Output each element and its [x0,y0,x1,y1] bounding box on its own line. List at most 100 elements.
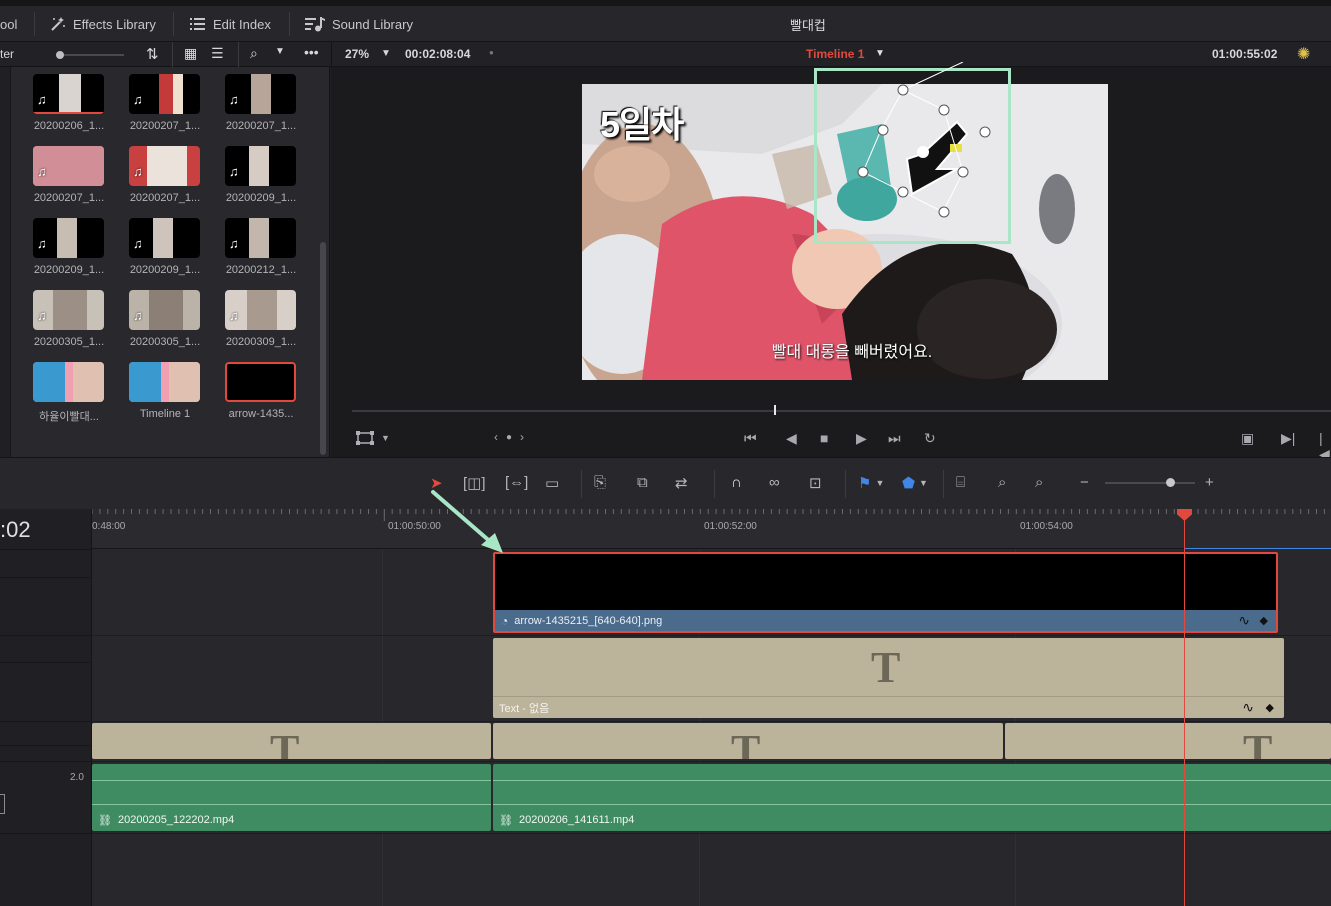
position-lock-icon[interactable]: ⊡ [809,474,822,492]
chevron-down-icon[interactable]: ▼ [875,478,884,488]
clip-thumbnail[interactable] [33,362,104,402]
snapping-icon[interactable]: ∩ [731,474,742,491]
zoom-level[interactable]: 27% [345,47,369,61]
clip-thumbnail[interactable]: ♫ [225,290,296,330]
clip-thumbnail[interactable]: ♫ [33,218,104,258]
zoom-detail-icon[interactable]: ⌕ [998,474,1006,491]
blade-tool-icon[interactable]: ▭ [545,474,559,492]
custom-zoom-icon[interactable]: ⌕ [1035,474,1043,491]
clip-thumbnail[interactable]: ♫ [225,218,296,258]
media-clip[interactable]: ♫ 20200207_1... [12,139,108,205]
zoom-to-fit-icon[interactable]: ⌸ [956,474,965,491]
clip-thumbnail[interactable]: ♫ [129,290,200,330]
media-clip[interactable]: ♫ 20200209_1... [12,211,108,277]
clip-thumbnail[interactable]: ♫ [129,218,200,258]
marker-icon[interactable]: ⬟ ▼ [902,474,928,492]
media-pool-scrollbar[interactable] [320,242,326,455]
sound-library-button[interactable]: Sound Library [304,14,413,34]
arrow-png-clip[interactable]: ◔ arrow-1435215_[640-640].png ∿ ◆ [493,552,1278,633]
insert-clip-icon[interactable]: ⎘ [594,474,606,491]
next-clip-icon[interactable]: ▶| [1281,430,1295,447]
media-clip[interactable]: ♫ 20200207_1... [108,67,204,133]
media-clip[interactable]: arrow-1435... [204,355,300,421]
match-frame-icon[interactable]: ▣ [1241,430,1254,447]
overwrite-clip-icon[interactable]: ⧉ [637,474,648,491]
transform-handles[interactable] [801,62,1001,242]
media-clip[interactable]: ♫ 20200305_1... [12,283,108,349]
chevron-down-icon[interactable]: ▼ [381,433,390,443]
media-clip[interactable]: ♫ 20200207_1... [108,139,204,205]
skip-to-end-icon[interactable]: ⏭ [888,430,901,447]
replace-clip-icon[interactable]: ⇄ [675,474,688,492]
timeline-selector[interactable]: Timeline 1 [806,47,864,61]
media-clip[interactable]: Timeline 1 [108,355,204,421]
title-clip[interactable]: T [493,723,1003,759]
audio-track-button[interactable] [0,794,5,814]
clip-thumbnail[interactable]: ♫ [225,146,296,186]
linked-selection-icon[interactable]: ∞ [769,474,780,491]
text-title-clip[interactable]: T Text - 없음 ∿ ◆ [493,638,1284,718]
clip-label: 20200305_1... [33,336,105,348]
clip-thumbnail[interactable]: ♫ [129,74,200,114]
slider-knob[interactable] [56,51,64,59]
transform-mode-icon[interactable]: ▼ [355,430,390,446]
timeline-playhead[interactable] [1184,517,1185,906]
chevron-down-icon[interactable]: ▼ [275,46,285,57]
zoom-out-icon[interactable]: − [1080,474,1089,491]
viewer-scrubber[interactable] [352,410,1331,412]
sort-icon[interactable]: ⇅ [146,45,159,63]
chevron-down-icon[interactable]: ▼ [919,478,928,488]
media-clip[interactable]: ♫ 20200207_1... [204,67,300,133]
more-options-icon[interactable]: ••• [304,44,319,60]
grid-view-icon[interactable]: ▦ [184,45,197,62]
scrubber-playhead[interactable] [774,405,776,415]
play-icon[interactable]: ▶ [856,430,867,447]
timeline-chevron-icon[interactable]: ▼ [875,48,885,59]
previous-edit-icon[interactable]: ‹ [494,430,498,444]
skip-to-start-icon[interactable]: ⏮ [744,430,757,447]
thumbnail-image [249,146,269,186]
curve-icon[interactable]: ∿ [1242,699,1254,716]
title-clip[interactable]: T [1005,723,1331,759]
media-clip[interactable]: ♫ 20200212_1... [204,211,300,277]
clip-thumbnail[interactable]: ♫ [225,74,296,114]
title-clip[interactable]: T [92,723,491,759]
timeline-zoom-slider[interactable] [1105,478,1195,487]
audio-clip[interactable]: ⛓ 20200206_141611.mp4 [493,764,1331,831]
flag-icon[interactable]: ⚑ ▼ [858,474,884,492]
effects-library-button[interactable]: Effects Library [49,14,156,34]
media-clip[interactable]: ♫ 20200209_1... [108,211,204,277]
list-view-icon[interactable]: ☰ [211,45,224,62]
search-icon[interactable]: ⌕ [250,45,258,62]
clip-label: Timeline 1 [139,408,191,420]
frame-nav[interactable]: ‹ ● › [494,430,524,444]
clip-thumbnail[interactable]: ♫ [33,74,104,114]
keyframe-icon[interactable]: ◆ [1266,701,1274,714]
media-clip[interactable]: 하율이빨대... [12,355,108,423]
curve-icon[interactable]: ∿ [1238,612,1250,629]
clip-thumbnail[interactable] [225,362,296,402]
zoom-chevron-icon[interactable]: ▼ [381,48,391,59]
edit-index-button[interactable]: Edit Index [189,14,271,34]
media-clip[interactable]: ♫ 20200305_1... [108,283,204,349]
color-wheel-icon[interactable]: ✺ [1297,44,1310,64]
clip-thumbnail[interactable]: ♫ [33,290,104,330]
media-clip[interactable]: ♫ 20200309_1... [204,283,300,349]
thumbnail-image [169,362,200,402]
media-clip[interactable]: ♫ 20200209_1... [204,139,300,205]
audio-clip[interactable]: ⛓ 20200205_122202.mp4 [92,764,491,831]
clip-thumbnail[interactable]: ♫ [129,146,200,186]
media-pool-toggle[interactable]: ool [0,14,17,34]
loop-icon[interactable]: ↻ [924,430,936,447]
thumbnail-size-slider[interactable] [56,51,124,59]
zoom-slider-knob[interactable] [1166,478,1175,487]
clip-thumbnail[interactable] [129,362,200,402]
clip-thumbnail[interactable]: ♫ [33,146,104,186]
play-reverse-icon[interactable]: ◀ [786,430,797,447]
timeline-ruler[interactable]: 0:48:00 01:00:50:00 01:00:52:00 01:00:54… [92,509,1331,549]
stop-icon[interactable]: ■ [820,430,828,446]
media-clip[interactable]: ♫ 20200206_1... [12,67,108,133]
keyframe-icon[interactable]: ◆ [1260,614,1268,627]
zoom-in-icon[interactable]: + [1205,474,1214,491]
next-edit-icon[interactable]: › [520,430,524,444]
